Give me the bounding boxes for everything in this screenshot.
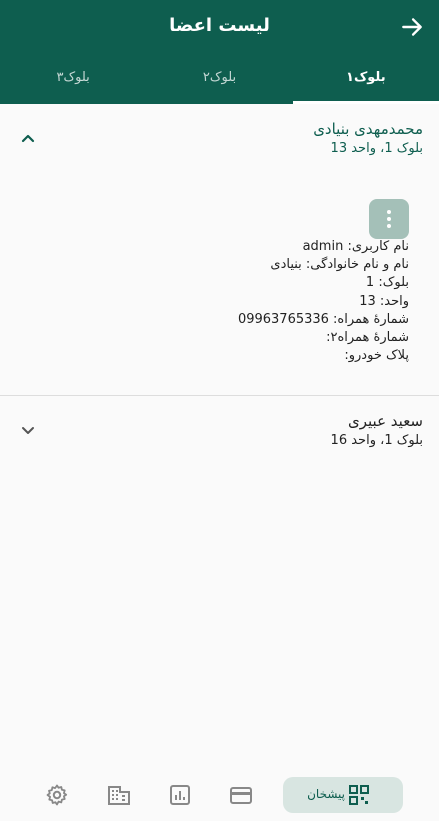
more-vert-icon-dot bbox=[387, 224, 391, 228]
dashboard-icon bbox=[349, 785, 369, 805]
nav-reports[interactable] bbox=[160, 777, 200, 813]
nav-dashboard[interactable]: پیشخان bbox=[283, 777, 403, 813]
member-item: سعید عبیری بلوک 1، واحد 16 bbox=[0, 396, 439, 460]
app-bar: لیست اعضا بلوک۱ بلوک۲ بلوک۳ bbox=[0, 0, 439, 104]
detail-mobile: شمارهٔ همراه: 09963765336 bbox=[237, 311, 409, 327]
member-subtitle: بلوک 1، واحد 13 bbox=[330, 141, 423, 156]
chevron-down-icon[interactable] bbox=[18, 420, 38, 440]
chevron-up-icon[interactable] bbox=[18, 128, 38, 148]
card-icon bbox=[230, 787, 252, 804]
tab-block-2[interactable]: بلوک۲ bbox=[146, 56, 292, 104]
bottom-navigation: پیشخان bbox=[0, 765, 439, 821]
building-icon bbox=[108, 786, 130, 805]
detail-block: بلوک: 1 bbox=[365, 275, 409, 291]
arrow-right-icon[interactable] bbox=[399, 14, 425, 40]
member-name: محمدمهدی بنیادی bbox=[313, 120, 423, 138]
page-title: لیست اعضا bbox=[169, 15, 270, 36]
more-vert-icon-dot bbox=[387, 217, 391, 221]
member-name: سعید عبیری bbox=[348, 412, 423, 430]
detail-unit: واحد: 13 bbox=[359, 293, 409, 309]
tab-block-3[interactable]: بلوک۳ bbox=[0, 56, 146, 104]
member-subtitle: بلوک 1، واحد 16 bbox=[330, 433, 423, 448]
detail-mobile-2: شمارهٔ همراه۲: bbox=[326, 330, 409, 346]
nav-dashboard-label: پیشخان bbox=[307, 787, 345, 801]
settings-icon bbox=[46, 784, 68, 806]
block-tabs: بلوک۱ بلوک۲ بلوک۳ bbox=[0, 56, 439, 104]
detail-username: نام کاربری: admin bbox=[302, 239, 409, 254]
nav-payments[interactable] bbox=[221, 777, 261, 813]
more-vert-icon bbox=[387, 210, 391, 214]
nav-settings[interactable] bbox=[37, 777, 77, 813]
member-header[interactable]: سعید عبیری بلوک 1، واحد 16 bbox=[0, 396, 439, 456]
tab-block-1[interactable]: بلوک۱ bbox=[292, 56, 439, 104]
detail-fullname: نام و نام خانوادگی: بنیادی bbox=[270, 257, 409, 273]
chart-icon bbox=[170, 785, 190, 805]
member-header[interactable]: محمدمهدی بنیادی بلوک 1، واحد 13 bbox=[0, 104, 439, 164]
member-details: نام کاربری: admin نام و نام خانوادگی: بن… bbox=[238, 238, 409, 365]
more-options-button[interactable] bbox=[369, 199, 409, 239]
title-row: لیست اعضا bbox=[0, 0, 439, 56]
nav-buildings[interactable] bbox=[99, 777, 139, 813]
detail-car-plate: پلاک خودرو: bbox=[344, 348, 409, 364]
